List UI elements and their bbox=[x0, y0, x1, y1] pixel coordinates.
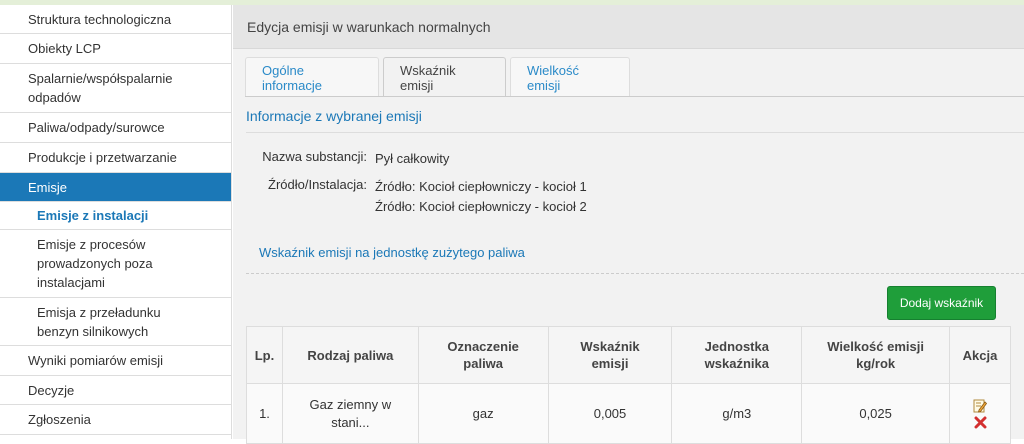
sidebar-item-wyniki-pomiarow[interactable]: Wyniki pomiarów emisji bbox=[0, 346, 231, 376]
sidebar-item-emisje[interactable]: Emisje bbox=[0, 173, 231, 202]
col-header-wskaznik: Wskaźnik emisji bbox=[547, 326, 673, 384]
table-header-row: Lp. Rodzaj paliwa Oznaczenie paliwa Wska… bbox=[246, 326, 1011, 384]
substance-value: Pył całkowity bbox=[375, 151, 450, 166]
cell-lp: 1. bbox=[246, 383, 283, 444]
page-title: Edycja emisji w warunkach normalnych bbox=[233, 5, 1024, 49]
cell-wskaznik: 0,005 bbox=[547, 383, 673, 444]
tab-divider bbox=[245, 96, 1024, 97]
sidebar-item-zgloszenia[interactable]: Zgłoszenia bbox=[0, 405, 231, 435]
substance-row: Nazwa substancji: Pył całkowity bbox=[233, 149, 449, 169]
sidebar-subitem-emisje-z-procesow[interactable]: Emisje z procesów prowadzonych poza inst… bbox=[0, 230, 231, 298]
cell-oznaczenie: gaz bbox=[417, 383, 549, 444]
sidebar-item-produkcje[interactable]: Produkcje i przetwarzanie bbox=[0, 143, 231, 173]
sidebar-item-obiekty-lcp[interactable]: Obiekty LCP bbox=[0, 34, 231, 64]
sidebar-item-paliwa[interactable]: Paliwa/odpady/surowce bbox=[0, 113, 231, 143]
cell-jednostka: g/m3 bbox=[671, 383, 803, 444]
dashed-divider bbox=[246, 273, 1024, 274]
sidebar-subitem-emisja-z-przeladunku[interactable]: Emisja z przeładunku benzyn silnikowych bbox=[0, 298, 231, 346]
sidebar-item-struktura[interactable]: Struktura technologiczna bbox=[0, 5, 231, 34]
tab-ogolne-informacje[interactable]: Ogólne informacje bbox=[245, 57, 379, 97]
cell-akcja bbox=[949, 383, 1011, 444]
delete-icon[interactable] bbox=[974, 416, 987, 429]
col-header-akcja: Akcja bbox=[949, 326, 1011, 384]
source-label: Źródło/Instalacja: bbox=[268, 177, 367, 192]
tab-bar: Ogólne informacje Wskaźnik emisji Wielko… bbox=[245, 57, 634, 97]
add-indicator-button[interactable]: Dodaj wskaźnik bbox=[887, 286, 996, 320]
source-row: Źródło/Instalacja: Źródło: Kocioł ciepło… bbox=[233, 177, 587, 217]
col-header-wielkosc: Wielkość emisji kg/rok bbox=[801, 326, 950, 384]
source-value-1: Źródło: Kocioł ciepłowniczy - kocioł 1 bbox=[375, 179, 587, 194]
cell-rodzaj-paliwa: Gaz ziemny w stani... bbox=[281, 383, 419, 444]
col-header-oznaczenie: Oznaczenie paliwa bbox=[417, 326, 549, 384]
tab-wielkosc-emisji[interactable]: Wielkość emisji bbox=[510, 57, 630, 97]
col-header-rodzaj-paliwa: Rodzaj paliwa bbox=[281, 326, 419, 384]
section-title: Informacje z wybranej emisji bbox=[246, 108, 1024, 133]
cell-wielkosc: 0,025 bbox=[801, 383, 950, 444]
sidebar-nav: Struktura technologiczna Obiekty LCP Spa… bbox=[0, 5, 232, 439]
col-header-jednostka: Jednostka wskaźnika bbox=[671, 326, 803, 384]
col-header-lp: Lp. bbox=[246, 326, 283, 384]
source-value-2: Źródło: Kocioł ciepłowniczy - kocioł 2 bbox=[375, 199, 587, 214]
main-panel: Edycja emisji w warunkach normalnych Ogó… bbox=[233, 5, 1024, 444]
sidebar-item-spalarnie[interactable]: Spalarnie/współspalarnie odpadów bbox=[0, 64, 231, 113]
subsection-title: Wskaźnik emisji na jednostkę zużytego pa… bbox=[259, 245, 525, 260]
edit-icon[interactable] bbox=[973, 399, 987, 413]
substance-label: Nazwa substancji: bbox=[262, 149, 367, 164]
table-row: 1. Gaz ziemny w stani... gaz 0,005 g/m3 … bbox=[246, 383, 1011, 444]
tab-wskaznik-emisji[interactable]: Wskaźnik emisji bbox=[383, 57, 506, 97]
indicators-table: Lp. Rodzaj paliwa Oznaczenie paliwa Wska… bbox=[246, 326, 1011, 444]
sidebar-subitem-emisje-z-instalacji[interactable]: Emisje z instalacji bbox=[0, 202, 231, 230]
sidebar-item-decyzje[interactable]: Decyzje bbox=[0, 376, 231, 405]
